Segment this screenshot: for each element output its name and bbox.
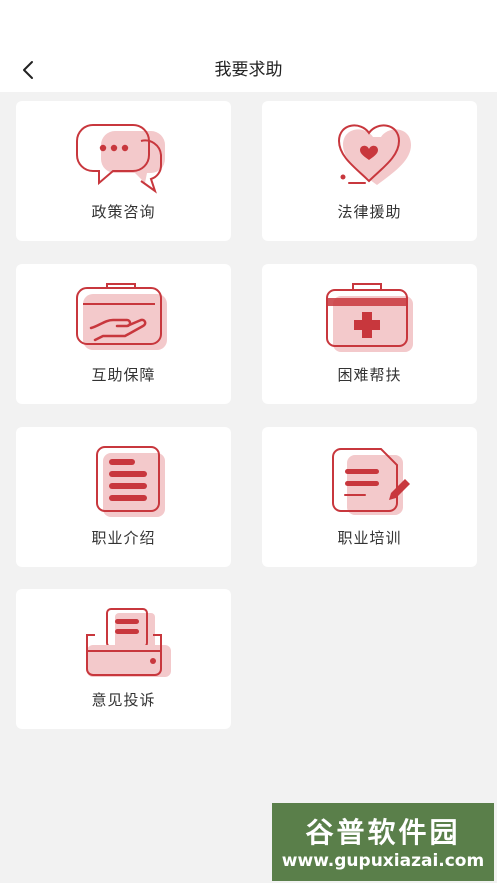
service-card-hardship-support[interactable]: 困难帮扶 [262,264,477,404]
heart-icon [337,124,411,185]
service-card-label: 困难帮扶 [337,366,402,384]
service-card-policy-consult[interactable]: 政策咨询 [16,101,231,241]
chat-bubbles-icon [76,124,165,194]
watermark-banner: 谷普软件园 www.gupuxiazai.com [272,803,494,881]
service-card-label: 职业培训 [337,529,402,547]
service-card-job-referral[interactable]: 职业介绍 [16,427,231,567]
document-list-icon [96,446,165,517]
service-card-feedback-complaint[interactable]: 意见投诉 [16,589,231,729]
service-card-label: 意见投诉 [91,691,156,709]
hand-box-icon [76,283,167,350]
service-card-label: 法律援助 [337,203,402,221]
service-card-label: 互助保障 [91,366,156,384]
medical-kit-icon [326,283,413,352]
watermark-title: 谷普软件园 [305,816,461,849]
service-card-job-training[interactable]: 职业培训 [262,427,477,567]
status-bar [0,0,497,48]
service-card-mutual-aid[interactable]: 互助保障 [16,264,231,404]
watermark-url: www.gupuxiazai.com [281,851,485,871]
document-pen-icon [332,448,410,515]
service-card-legal-aid[interactable]: 法律援助 [262,101,477,241]
service-card-label: 政策咨询 [91,203,156,221]
service-card-label: 职业介绍 [91,529,156,547]
page-title: 我要求助 [214,60,283,80]
mailbox-icon [86,608,171,677]
nav-bar: 我要求助 [0,48,497,92]
